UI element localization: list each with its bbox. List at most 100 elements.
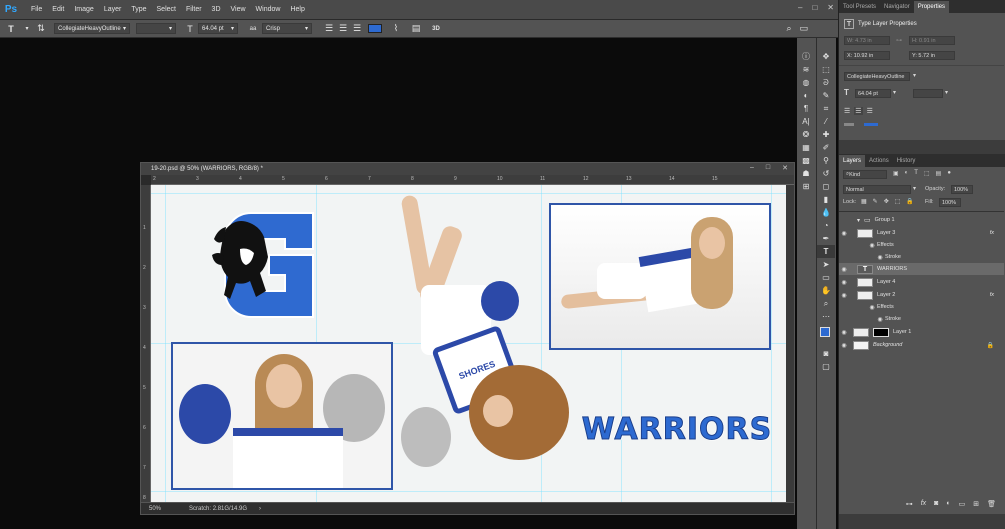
minimize-icon[interactable]: –	[798, 3, 802, 12]
maximize-icon[interactable]: □	[812, 3, 817, 12]
document-tab[interactable]: 19-20.psd @ 50% (WARRIORS, RGB/8) * – □ …	[141, 163, 794, 175]
trash-icon[interactable]: 🗑	[987, 500, 996, 508]
tab-navigator[interactable]: Navigator	[880, 1, 914, 13]
add-mask-icon[interactable]: ◙	[934, 500, 938, 508]
align-left-icon[interactable]: ☰	[844, 107, 850, 115]
menu-image[interactable]: Image	[69, 6, 98, 13]
workspace-icon[interactable]: ▭	[799, 23, 808, 34]
y-field[interactable]: Y: 5.72 in	[909, 51, 955, 60]
opacity-field[interactable]: 100%	[951, 185, 973, 194]
chevron-down-icon[interactable]: ▾	[913, 185, 916, 192]
dodge-tool-icon[interactable]: ◔	[817, 219, 835, 232]
align-right-icon[interactable]: ☰	[350, 23, 364, 34]
eraser-tool-icon[interactable]: ◻	[817, 180, 835, 193]
menu-3d[interactable]: 3D	[207, 6, 226, 13]
eye-icon[interactable]: ◉	[839, 329, 849, 336]
brush-tool-icon[interactable]: ✐	[817, 141, 835, 154]
leading-field[interactable]	[913, 89, 943, 98]
adjustments-icon[interactable]: ◐	[797, 89, 815, 102]
menu-file[interactable]: File	[26, 6, 47, 13]
healing-tool-icon[interactable]: ✚	[817, 128, 835, 141]
link-icon[interactable]: ⊶	[896, 37, 902, 44]
path-select-tool-icon[interactable]: ➤	[817, 258, 835, 271]
styles-icon[interactable]: ▩	[797, 154, 815, 167]
menu-select[interactable]: Select	[152, 6, 181, 13]
lock-transparency-icon[interactable]: ▦	[861, 198, 867, 205]
eye-icon[interactable]: ◉	[839, 230, 849, 237]
eye-icon[interactable]: ◉	[867, 242, 877, 249]
blend-mode-select[interactable]: Normal	[843, 185, 911, 194]
foreground-color[interactable]	[820, 327, 830, 337]
filter-pixel-icon[interactable]: ▣	[893, 170, 899, 177]
lasso-tool-icon[interactable]: ᘐ	[817, 76, 835, 89]
g-logo-graphic[interactable]	[206, 209, 318, 321]
chevron-right-icon[interactable]: ›	[259, 506, 261, 512]
tab-actions[interactable]: Actions	[865, 155, 893, 167]
canvas[interactable]: SHORES WARRIORS	[151, 185, 786, 503]
layer-row-layer2[interactable]: ◉ Layer 2 fx	[839, 289, 1004, 301]
filter-type-icon[interactable]: T	[914, 170, 918, 177]
eye-icon[interactable]: ◉	[839, 266, 849, 273]
lock-artboard-icon[interactable]: ⬚	[895, 198, 901, 205]
info-icon[interactable]: ⓘ	[797, 50, 815, 63]
photo-cheerleader-poms[interactable]	[171, 342, 393, 490]
fill-field[interactable]: 100%	[939, 198, 961, 207]
screen-mode-icon[interactable]: ▢	[817, 360, 835, 373]
close-icon[interactable]: ✕	[782, 164, 788, 172]
color-bar[interactable]	[864, 123, 878, 126]
eye-icon[interactable]: ◉	[839, 342, 849, 349]
align-right-icon[interactable]: ☰	[867, 107, 873, 115]
layer-stroke-row[interactable]: ◉ Stroke	[839, 313, 1004, 325]
new-layer-icon[interactable]: ⊞	[973, 500, 979, 508]
brush-presets-icon[interactable]: ≋	[797, 63, 815, 76]
history-brush-icon[interactable]: ↺	[817, 167, 835, 180]
layer-row-group1[interactable]: ▾ ▭ Group 1	[839, 214, 1004, 226]
fx-icon[interactable]: fx	[990, 230, 994, 236]
menu-type[interactable]: Type	[126, 6, 151, 13]
quick-select-tool-icon[interactable]: ✎	[817, 89, 835, 102]
filter-adjustment-icon[interactable]: ◐	[905, 170, 909, 177]
layer-row-layer1[interactable]: ◉ Layer 1	[839, 326, 1004, 338]
layer-effects-row[interactable]: ◉ Effects	[839, 239, 1004, 251]
tab-layers[interactable]: Layers	[839, 155, 866, 167]
chevron-down-icon[interactable]: ▾	[22, 25, 32, 32]
gradient-tool-icon[interactable]: ▮	[817, 193, 835, 206]
zoom-level[interactable]: 50%	[149, 506, 161, 512]
maximize-icon[interactable]: □	[766, 164, 770, 172]
eye-icon[interactable]: ◉	[875, 316, 885, 323]
grid-icon[interactable]: ▦	[797, 141, 815, 154]
font-size-select[interactable]: 64.04 pt ▾	[198, 23, 238, 34]
align-center-icon[interactable]: ☰	[336, 23, 350, 34]
zoom-tool-icon[interactable]: ⌕	[817, 297, 835, 310]
adjustment-layer-icon[interactable]: ◐	[946, 500, 950, 508]
color-swatches[interactable]	[817, 323, 836, 347]
toggle-orientation-icon[interactable]: ⇅	[32, 23, 50, 34]
new-group-icon[interactable]: ▭	[959, 500, 966, 508]
minimize-icon[interactable]: –	[750, 164, 754, 172]
photo-cheerleader-center[interactable]: SHORES	[391, 185, 571, 503]
link-layers-icon[interactable]: ⊶	[906, 500, 913, 508]
layer-row-background[interactable]: ◉ Background 🔒	[839, 339, 1004, 351]
filter-toggle-icon[interactable]: ●	[947, 170, 951, 177]
menu-layer[interactable]: Layer	[99, 6, 127, 13]
character-icon[interactable]: A|	[797, 115, 815, 128]
eye-icon[interactable]: ◉	[867, 304, 877, 311]
shape-tool-icon[interactable]: ▭	[817, 271, 835, 284]
menu-window[interactable]: Window	[251, 6, 286, 13]
hand-tool-icon[interactable]: ✋	[817, 284, 835, 297]
layer-row-layer3[interactable]: ◉ Layer 3 fx	[839, 227, 1004, 239]
tab-history[interactable]: History	[893, 155, 920, 167]
align-left-icon[interactable]: ☰	[322, 23, 336, 34]
quick-mask-icon[interactable]: ◙	[817, 347, 835, 360]
type-tool-icon[interactable]: T	[817, 245, 835, 258]
chevron-down-icon[interactable]: ▾	[857, 217, 860, 224]
tool-presets-icon[interactable]: ⊞	[797, 180, 815, 193]
menu-filter[interactable]: Filter	[181, 6, 207, 13]
text-color-button[interactable]	[364, 24, 386, 33]
pen-tool-icon[interactable]: ✒	[817, 232, 835, 245]
tab-properties[interactable]: Properties	[913, 1, 950, 13]
blur-tool-icon[interactable]: 💧	[817, 206, 835, 219]
crop-tool-icon[interactable]: ⌗	[817, 102, 835, 115]
eye-icon[interactable]: ◉	[875, 254, 885, 261]
character-panel-icon[interactable]: ▤	[406, 23, 426, 34]
